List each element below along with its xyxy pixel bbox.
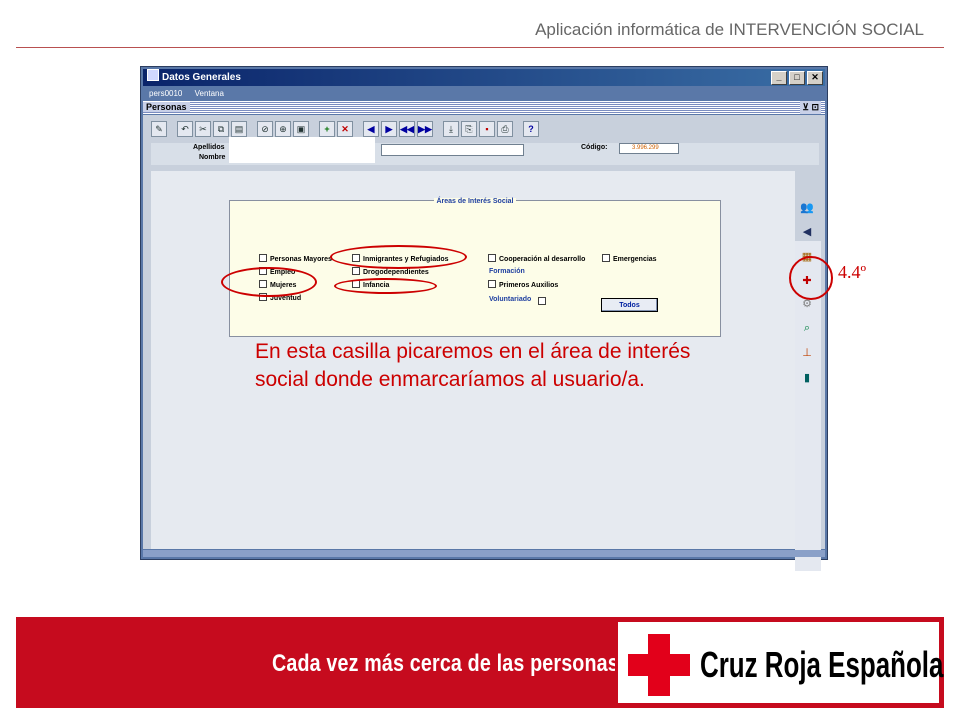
toolbar: ✎ ↶ ✂ ⧉ ▤ ⊘ ⊕ ▣ + ✕ ◀ ▶ ◀◀ ▶▶ ⤓ ⎘ ▪ ⎙ ?: [151, 121, 539, 137]
window-title: Datos Generales: [162, 72, 241, 83]
menubar: pers0010 Ventana: [143, 87, 825, 100]
checkbox-cooperacion[interactable]: Cooperación al desarrollo: [488, 254, 585, 264]
title-divider: [16, 47, 944, 48]
redacted-name-field[interactable]: [229, 137, 375, 163]
edit-icon[interactable]: ✎: [151, 121, 167, 137]
highlight-ellipse-infancia: [334, 278, 437, 294]
help-icon[interactable]: ?: [523, 121, 539, 137]
paste-icon[interactable]: ▤: [231, 121, 247, 137]
first-icon[interactable]: ◀◀: [399, 121, 415, 137]
people-icon[interactable]: 👥: [799, 200, 815, 216]
apellidos-label: Apellidos: [193, 144, 225, 151]
inner-window-titlebar[interactable]: Personas ⊻ ⊡: [143, 101, 825, 114]
save-icon[interactable]: ▪: [479, 121, 495, 137]
search-icon[interactable]: ⌕: [799, 320, 815, 336]
window-status-bar: [143, 550, 825, 557]
print-icon[interactable]: ⎙: [497, 121, 513, 137]
app-window: Datos Generales _ □ ✕ pers0010 Ventana P…: [140, 66, 828, 571]
codigo-field[interactable]: 3.996.299: [619, 143, 679, 154]
checkbox-emergencias[interactable]: Emergencias: [602, 254, 657, 264]
download-icon[interactable]: ⤓: [443, 121, 459, 137]
window-client-area: ✎ ↶ ✂ ⧉ ▤ ⊘ ⊕ ▣ + ✕ ◀ ▶ ◀◀ ▶▶ ⤓ ⎘ ▪ ⎙ ?: [143, 115, 825, 571]
interest-areas-panel: Áreas de Interés Social Personas Mayores…: [229, 198, 721, 337]
delete-record-icon[interactable]: ✕: [337, 121, 353, 137]
nombre-label: Nombre: [199, 154, 226, 161]
app-icon: [147, 69, 159, 81]
logo-text: Cruz Roja Española: [700, 644, 944, 685]
undo-icon[interactable]: ↶: [177, 121, 193, 137]
duplicate-icon[interactable]: ⊕: [275, 121, 291, 137]
step-number: 4.4º: [838, 262, 867, 282]
copy-icon[interactable]: ⧉: [213, 121, 229, 137]
last-icon[interactable]: ▶▶: [417, 121, 433, 137]
minimize-button[interactable]: _: [771, 71, 787, 85]
cut-icon[interactable]: ✂: [195, 121, 211, 137]
insert-record-icon[interactable]: +: [319, 121, 335, 137]
menu-item-pers0010[interactable]: pers0010: [149, 89, 182, 98]
exit-icon[interactable]: ⎘: [461, 121, 477, 137]
todos-button[interactable]: Todos: [601, 298, 658, 312]
checkbox-voluntariado[interactable]: [538, 297, 549, 307]
explanation-text: En esta casilla picaremos en el área de …: [255, 340, 691, 391]
voluntariado-label: Voluntariado: [489, 296, 532, 303]
slide-title: Aplicación informática de INTERVENCIÓN S…: [535, 20, 924, 39]
footer-tagline: Cada vez más cerca de las personas: [272, 650, 619, 677]
hierarchy-icon[interactable]: ⊥: [799, 345, 815, 361]
highlight-ellipse-mujeres: [221, 267, 317, 297]
formacion-label: Formación: [489, 268, 525, 275]
clear-icon[interactable]: ⊘: [257, 121, 273, 137]
inner-window-title: Personas: [143, 102, 190, 112]
maximize-button[interactable]: □: [789, 71, 805, 85]
menu-item-ventana[interactable]: Ventana: [195, 89, 224, 98]
exit-door-icon[interactable]: ▮: [799, 370, 815, 386]
next-icon[interactable]: ▶: [381, 121, 397, 137]
surname-second-input[interactable]: [381, 144, 524, 156]
highlight-ellipse-side-icon: [789, 256, 833, 300]
person-header-panel: Apellidos Nombre Código: 3.996.299: [151, 137, 819, 165]
codigo-label: Código:: [581, 144, 608, 151]
checkbox-primeros-auxilios[interactable]: Primeros Auxilios: [488, 280, 558, 290]
previous-icon[interactable]: ◀: [363, 121, 379, 137]
copy-record-icon[interactable]: ▣: [293, 121, 309, 137]
close-button[interactable]: ✕: [807, 71, 823, 85]
cruz-roja-logo: Cruz Roja Española: [615, 619, 944, 706]
red-cross-icon: [628, 634, 690, 696]
window-titlebar[interactable]: Datos Generales _ □ ✕: [143, 69, 825, 86]
checkbox-personas-mayores[interactable]: Personas Mayores: [259, 254, 332, 264]
highlight-ellipse-inmigrantes: [330, 245, 467, 269]
megaphone-icon[interactable]: ◀: [799, 224, 815, 240]
interest-panel-title: Áreas de Interés Social: [434, 198, 516, 205]
inner-window-controls[interactable]: ⊻ ⊡: [800, 101, 821, 114]
